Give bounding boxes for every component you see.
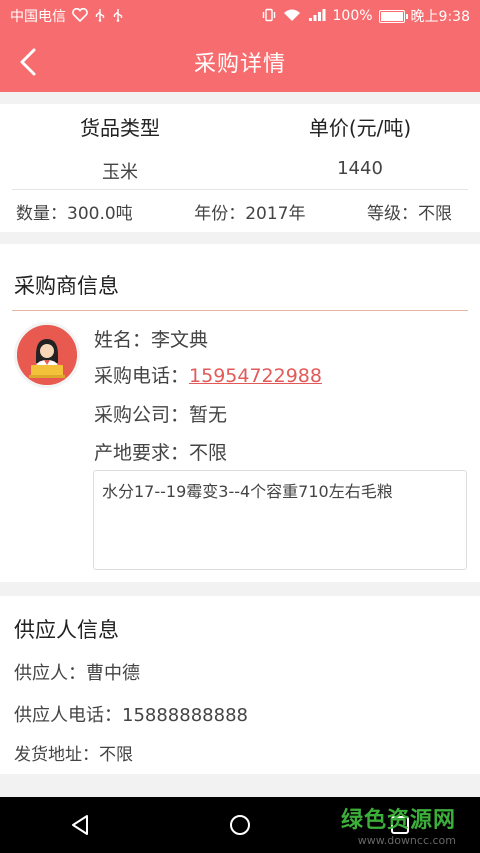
supplier-address-label: 发货地址：	[14, 745, 99, 765]
buyer-note-box: 水分17--19霉变3--4个容重710左右毛粮	[93, 470, 467, 570]
battery-icon	[378, 9, 408, 23]
title-bar: 采购详情	[0, 32, 480, 92]
watermark: 绿色资源网 www.downcc.com	[341, 802, 456, 847]
carrier-label: 中国电信	[10, 9, 66, 25]
buyer-phone-label: 采购电话：	[94, 365, 190, 387]
status-right: 100% 晚上9:38	[261, 6, 470, 26]
signal-icon	[307, 8, 327, 25]
unit-price-value: 1440	[337, 158, 383, 179]
chevron-left-icon	[20, 48, 36, 76]
unit-price-label: 单价(元/吨)	[308, 116, 412, 140]
supplier-phone[interactable]: 15888888888	[122, 705, 248, 726]
avatar	[14, 322, 80, 388]
buyer-phone-line: 采购电话：15954722988	[94, 361, 322, 388]
status-left: 中国电信	[10, 6, 124, 26]
year-text: 年份：2017年	[194, 204, 306, 224]
buyer-name-label: 姓名：	[94, 329, 152, 351]
supplier-section-title: 供应人信息	[14, 618, 119, 642]
supplier-phone-line: 供应人电话：15888888888	[14, 701, 248, 727]
supplier-address-line: 发货地址：不限	[14, 740, 133, 765]
nav-home-button[interactable]	[216, 801, 264, 849]
supplier-name: 曹中德	[86, 663, 140, 684]
back-button[interactable]	[8, 42, 48, 82]
page-title: 采购详情	[193, 52, 286, 77]
circle-home-icon	[230, 815, 250, 835]
buyer-name-line: 姓名：李文典	[94, 325, 208, 352]
goods-card: 货品类型 单价(元/吨) 玉米 1440 数量：300.0吨 年份：2017年 …	[0, 104, 480, 232]
battery-percent: 100%	[332, 8, 373, 24]
goods-value-row: 玉米 1440	[0, 158, 480, 184]
goods-header-row: 货品类型 单价(元/吨)	[0, 112, 480, 141]
person-avatar-icon	[17, 325, 77, 385]
buyer-section-title: 采购商信息	[14, 274, 119, 298]
buyer-company-line: 采购公司：暂无	[94, 400, 227, 427]
buyer-company: 暂无	[189, 404, 228, 426]
watermark-title: 绿色资源网	[340, 808, 456, 833]
buyer-name: 李文典	[151, 329, 209, 351]
clock: 晚上9:38	[410, 9, 470, 25]
buyer-origin: 不限	[189, 442, 228, 464]
goods-meta-row: 数量：300.0吨 年份：2017年 等级：不限	[16, 199, 452, 224]
buyer-origin-label: 产地要求：	[94, 442, 190, 464]
watermark-url: www.downcc.com	[357, 834, 456, 847]
triangle-back-icon	[72, 815, 88, 835]
usb-icon	[94, 8, 106, 25]
supplier-name-label: 供应人：	[14, 663, 86, 684]
buyer-phone-link[interactable]: 15954722988	[189, 365, 322, 387]
vibrate-icon	[261, 8, 277, 25]
buyer-company-label: 采购公司：	[94, 404, 190, 426]
status-bar: 中国电信 100% 晚上9:38	[0, 0, 480, 32]
battery-fill	[380, 11, 403, 21]
buyer-origin-line: 产地要求：不限	[94, 438, 227, 465]
supplier-phone-label: 供应人电话：	[14, 705, 122, 726]
buyer-card: 采购商信息 姓名：李文典 采购电话：15954722988 采购公司：暂无 产地…	[0, 244, 480, 582]
grade-text: 等级：不限	[367, 204, 452, 224]
divider	[12, 189, 468, 190]
section-divider	[12, 310, 468, 311]
goods-type-value: 玉米	[102, 162, 138, 183]
usb-icon	[112, 8, 124, 25]
nav-back-button[interactable]	[56, 801, 104, 849]
goods-type-label: 货品类型	[80, 116, 160, 140]
supplier-address: 不限	[99, 745, 133, 765]
supplier-name-line: 供应人：曹中德	[14, 659, 140, 685]
wifi-icon	[283, 8, 301, 25]
heart-signal-icon	[72, 7, 88, 25]
quantity-text: 数量：300.0吨	[16, 204, 133, 224]
supplier-card: 供应人信息 供应人：曹中德 供应人电话：15888888888 发货地址：不限	[0, 596, 480, 774]
